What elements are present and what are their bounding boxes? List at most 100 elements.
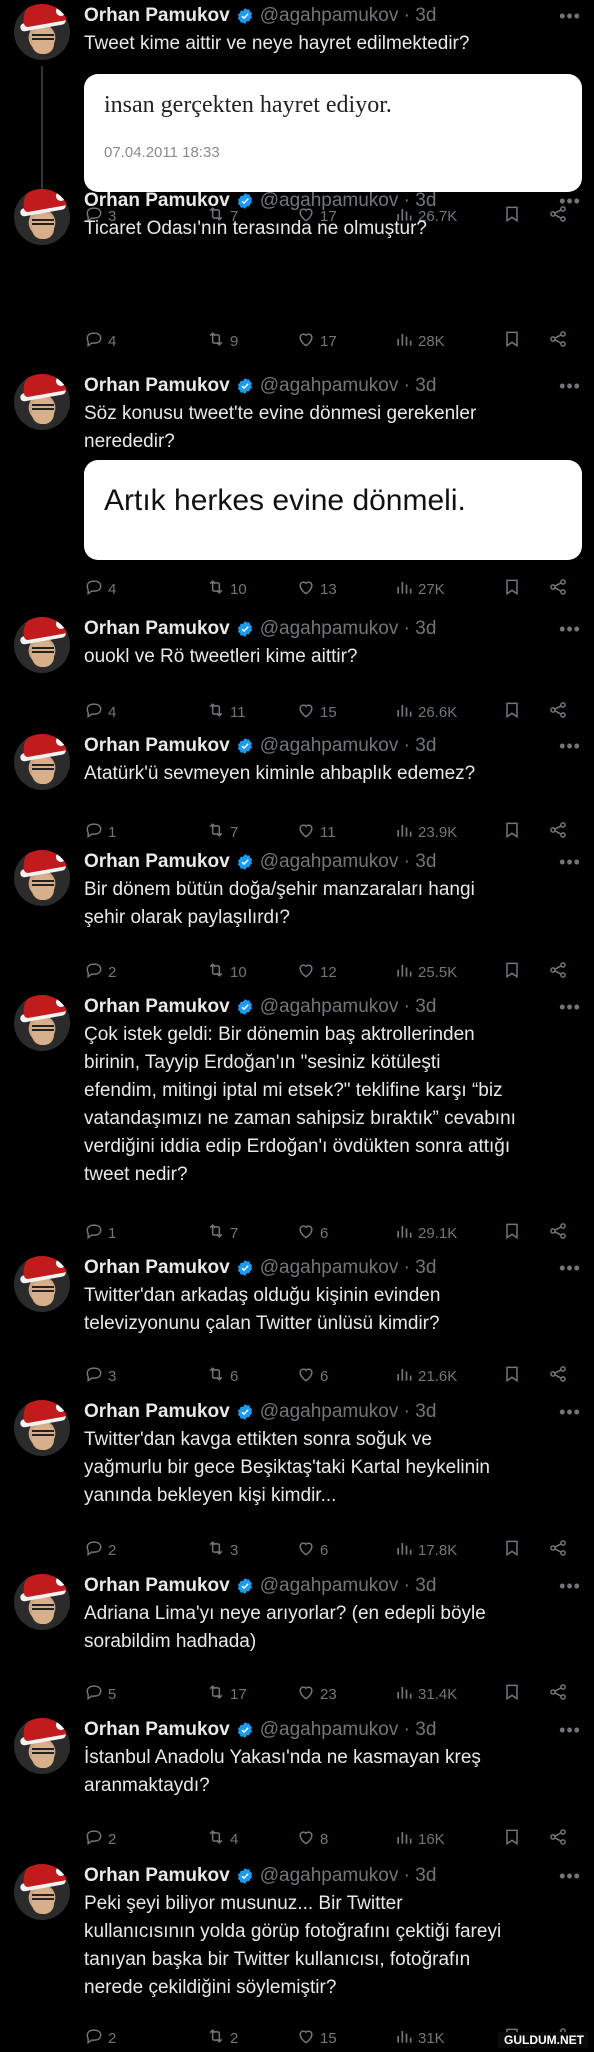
like-button[interactable]: 17 <box>296 329 337 353</box>
views-button[interactable]: 21.6K <box>394 1364 457 1388</box>
author-handle[interactable]: @agahpamukov · 3d <box>260 996 437 1018</box>
like-button[interactable]: 6 <box>296 1538 328 1562</box>
share-button[interactable] <box>548 1364 568 1388</box>
author-handle[interactable]: @agahpamukov · 3d <box>260 5 437 27</box>
avatar[interactable] <box>14 850 70 906</box>
retweet-button[interactable]: 10 <box>206 577 247 601</box>
bookmark-button[interactable] <box>502 329 522 353</box>
views-button[interactable]: 28K <box>394 329 445 353</box>
embedded-image[interactable]: Artık herkes evine dönmeli. <box>84 460 582 560</box>
like-button[interactable]: 6 <box>296 1221 328 1245</box>
like-button[interactable]: 6 <box>296 1364 328 1388</box>
share-button[interactable] <box>548 1221 568 1245</box>
author-handle[interactable]: @agahpamukov · 3d <box>260 735 437 757</box>
author-name[interactable]: Orhan Pamukov <box>84 618 230 640</box>
views-button[interactable]: 26.6K <box>394 700 457 724</box>
views-button[interactable]: 31K <box>394 2026 445 2050</box>
retweet-button[interactable]: 4 <box>206 1827 238 1851</box>
like-button[interactable]: 12 <box>296 960 337 984</box>
share-button[interactable] <box>548 960 568 984</box>
author-handle[interactable]: @agahpamukov · 3d <box>260 1401 437 1423</box>
author-name[interactable]: Orhan Pamukov <box>84 1401 230 1423</box>
share-button[interactable] <box>548 329 568 353</box>
retweet-button[interactable]: 2 <box>206 2026 238 2050</box>
share-button[interactable] <box>548 700 568 724</box>
more-options-icon[interactable]: • • • <box>559 6 580 27</box>
author-handle[interactable]: @agahpamukov · 3d <box>260 1865 437 1887</box>
retweet-button[interactable]: 3 <box>206 1538 238 1562</box>
avatar[interactable] <box>14 1256 70 1312</box>
views-button[interactable]: 31.4K <box>394 1682 457 1706</box>
reply-button[interactable]: 5 <box>84 1682 116 1706</box>
author-name[interactable]: Orhan Pamukov <box>84 1865 230 1887</box>
reply-button[interactable]: 2 <box>84 2026 116 2050</box>
more-options-icon[interactable]: • • • <box>559 1402 580 1423</box>
avatar[interactable] <box>14 189 70 245</box>
share-button[interactable] <box>548 820 568 844</box>
more-options-icon[interactable]: • • • <box>559 1258 580 1279</box>
like-button[interactable]: 11 <box>296 820 336 844</box>
author-handle[interactable]: @agahpamukov · 3d <box>260 1257 437 1279</box>
like-button[interactable]: 8 <box>296 1827 328 1851</box>
retweet-button[interactable]: 7 <box>206 1221 238 1245</box>
reply-button[interactable]: 4 <box>84 700 116 724</box>
more-options-icon[interactable]: • • • <box>559 1866 580 1887</box>
like-button[interactable]: 15 <box>296 2026 337 2050</box>
reply-button[interactable]: 2 <box>84 1538 116 1562</box>
reply-button[interactable]: 2 <box>84 1827 116 1851</box>
reply-button[interactable]: 2 <box>84 960 116 984</box>
retweet-button[interactable]: 17 <box>206 1682 247 1706</box>
views-button[interactable]: 17.8K <box>394 1538 457 1562</box>
like-button[interactable]: 13 <box>296 577 337 601</box>
bookmark-button[interactable] <box>502 1364 522 1388</box>
reply-button[interactable]: 4 <box>84 329 116 353</box>
avatar[interactable] <box>14 995 70 1051</box>
retweet-button[interactable]: 9 <box>206 329 238 353</box>
avatar[interactable] <box>14 1718 70 1774</box>
bookmark-button[interactable] <box>502 820 522 844</box>
author-handle[interactable]: @agahpamukov · 3d <box>260 190 437 212</box>
avatar[interactable] <box>14 374 70 430</box>
author-name[interactable]: Orhan Pamukov <box>84 735 230 757</box>
reply-button[interactable]: 1 <box>84 1221 116 1245</box>
views-button[interactable]: 16K <box>394 1827 445 1851</box>
more-options-icon[interactable]: • • • <box>559 736 580 757</box>
retweet-button[interactable]: 10 <box>206 960 247 984</box>
author-name[interactable]: Orhan Pamukov <box>84 1575 230 1597</box>
bookmark-button[interactable] <box>502 1682 522 1706</box>
author-name[interactable]: Orhan Pamukov <box>84 1257 230 1279</box>
retweet-button[interactable]: 11 <box>206 700 246 724</box>
like-button[interactable]: 15 <box>296 700 337 724</box>
avatar[interactable] <box>14 734 70 790</box>
bookmark-button[interactable] <box>502 577 522 601</box>
bookmark-button[interactable] <box>502 1827 522 1851</box>
avatar[interactable] <box>14 617 70 673</box>
author-handle[interactable]: @agahpamukov · 3d <box>260 851 437 873</box>
like-button[interactable]: 23 <box>296 1682 337 1706</box>
views-button[interactable]: 27K <box>394 577 445 601</box>
author-name[interactable]: Orhan Pamukov <box>84 5 230 27</box>
avatar[interactable] <box>14 1400 70 1456</box>
avatar[interactable] <box>14 1574 70 1630</box>
author-name[interactable]: Orhan Pamukov <box>84 375 230 397</box>
author-handle[interactable]: @agahpamukov · 3d <box>260 618 437 640</box>
avatar[interactable] <box>14 4 70 60</box>
share-button[interactable] <box>548 1538 568 1562</box>
bookmark-button[interactable] <box>502 1221 522 1245</box>
more-options-icon[interactable]: • • • <box>559 619 580 640</box>
more-options-icon[interactable]: • • • <box>559 376 580 397</box>
author-handle[interactable]: @agahpamukov · 3d <box>260 1719 437 1741</box>
reply-button[interactable]: 1 <box>84 820 116 844</box>
reply-button[interactable]: 4 <box>84 577 116 601</box>
more-options-icon[interactable]: • • • <box>559 1720 580 1741</box>
more-options-icon[interactable]: • • • <box>559 852 580 873</box>
author-handle[interactable]: @agahpamukov · 3d <box>260 1575 437 1597</box>
bookmark-button[interactable] <box>502 1538 522 1562</box>
bookmark-button[interactable] <box>502 700 522 724</box>
reply-button[interactable]: 3 <box>84 1364 116 1388</box>
more-options-icon[interactable]: • • • <box>559 997 580 1018</box>
author-name[interactable]: Orhan Pamukov <box>84 996 230 1018</box>
author-name[interactable]: Orhan Pamukov <box>84 190 230 212</box>
author-name[interactable]: Orhan Pamukov <box>84 851 230 873</box>
views-button[interactable]: 25.5K <box>394 960 457 984</box>
